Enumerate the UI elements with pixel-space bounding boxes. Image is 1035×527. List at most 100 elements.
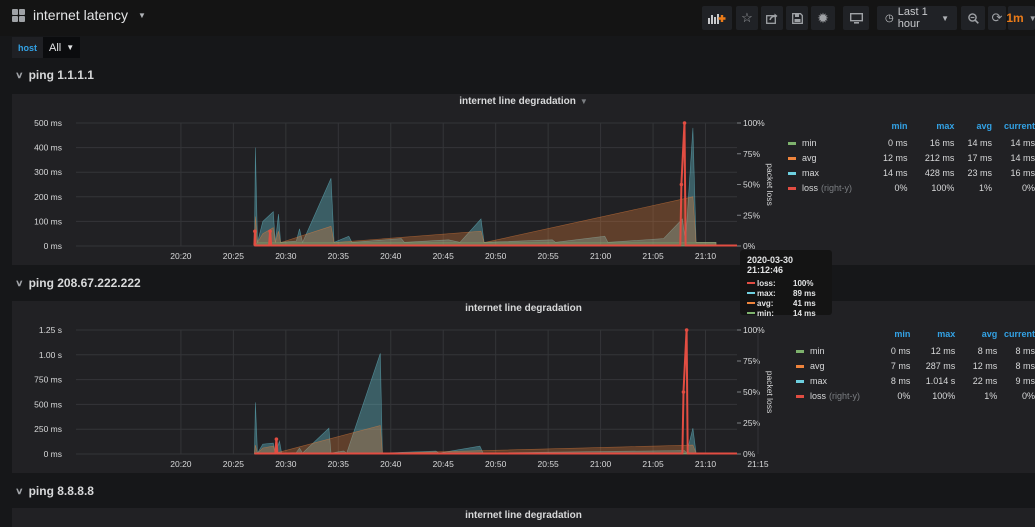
y2-tick-label: 0% [743,449,756,459]
series-swatch [788,156,796,160]
y2-tick-label: 100% [743,325,765,335]
series-swatch [747,302,755,304]
legend-series-name: min [802,137,817,148]
legend-item-avg[interactable]: avg 7 ms 287 ms 12 ms 8 ms [796,358,1035,373]
y-tick-label: 500 ms [34,118,62,128]
legend-sort-max[interactable]: max [910,329,955,343]
x-tick-label: 21:15 [747,459,769,469]
legend-item-max[interactable]: max 8 ms 1.014 s 22 ms 9 ms [796,373,1035,388]
loss-point [253,229,257,234]
row-header-ping-3[interactable]: ∨ ping 8.8.8.8 [15,484,94,498]
legend-series-name: min [810,345,825,356]
x-tick-label: 21:05 [642,459,664,469]
legend-sort-current[interactable]: current [997,329,1035,343]
panel-title[interactable]: internet line degradation [12,510,1035,521]
share-icon [766,13,778,24]
legend-sort-avg[interactable]: avg [955,329,998,343]
row-title: ping 8.8.8.8 [28,484,94,498]
legend-sort-avg[interactable]: avg [954,121,993,135]
series-swatch [796,349,804,353]
legend-value: 14 ms [1010,137,1035,148]
legend-series-suffix: (right-y) [821,182,853,193]
star-button[interactable]: ☆ [736,6,758,30]
tooltip-key: avg: [757,298,774,308]
refresh-interval-picker[interactable]: 1m ▼ [1006,6,1035,30]
series-swatch [796,364,804,368]
variable-label-host: host [12,37,43,58]
tooltip-value: 100% [793,278,814,288]
x-tick-label: 21:10 [695,251,717,261]
x-tick-label: 20:25 [223,251,245,261]
share-button[interactable] [761,6,783,30]
tooltip-key: min: [757,308,774,318]
refresh-icon: ⟳ [991,10,1003,25]
legend-item-avg[interactable]: avg 12 ms 212 ms 17 ms 14 ms [788,150,1035,165]
y2-axis-label: packet loss [765,371,775,414]
legend-item-min[interactable]: min 0 ms 16 ms 14 ms 14 ms [788,135,1035,150]
time-range-picker[interactable]: ◷ Last 1 hour ▼ [877,6,957,30]
y-tick-label: 200 ms [34,192,62,202]
series-swatch [788,186,796,190]
x-tick-label: 21:00 [590,251,612,261]
dashboard-title-button[interactable]: internet latency ▼ [12,7,146,23]
y-tick-label: 300 ms [34,167,62,177]
legend-value: 14 ms [967,137,993,148]
chevron-down-icon: ∨ [15,277,24,288]
row-header-ping-1[interactable]: ∨ ping 1.1.1.1 [15,68,94,82]
gear-icon: ✹ [817,9,829,26]
legend-sort-current[interactable]: current [992,121,1035,135]
loss-point [682,121,687,125]
legend-item-loss[interactable]: loss (right-y) 0% 100% 1% 0% [788,180,1035,195]
legend-item-max[interactable]: max 14 ms 428 ms 23 ms 16 ms [788,165,1035,180]
legend-value: 1% [979,182,993,193]
legend-value: 17 ms [967,152,993,163]
legend-item-min[interactable]: min 0 ms 12 ms 8 ms 8 ms [796,343,1035,358]
add-panel-button[interactable] [702,6,732,30]
zoom-out-button[interactable] [961,6,985,30]
y-tick-label: 750 ms [34,375,62,385]
refresh-button[interactable]: ⟳ [988,6,1006,30]
legend-value: 0% [894,182,908,193]
x-tick-label: 21:00 [590,459,612,469]
x-tick-label: 20:30 [275,459,297,469]
tooltip-timestamp: 2020-03-30 21:12:46 [747,255,794,275]
latency-graph[interactable]: 0 ms100 ms200 ms300 ms400 ms500 ms0%25%5… [12,94,782,265]
y-tick-label: 0 ms [44,241,62,251]
legend-series-name: loss [810,390,827,401]
legend-value: 100% [932,390,956,401]
legend-sort-min[interactable]: min [872,329,910,343]
x-tick-label: 20:35 [328,251,350,261]
tv-mode-button[interactable] [843,6,869,30]
tooltip-row: min: 14 ms [747,308,825,318]
legend-item-loss[interactable]: loss (right-y) 0% 100% 1% 0% [796,388,1035,403]
latency-graph[interactable]: 0 ms250 ms500 ms750 ms1.00 s1.25 s0%25%5… [12,301,782,473]
clock-icon: ◷ [885,12,894,24]
x-tick-label: 20:20 [170,459,192,469]
graph-tooltip: 2020-03-30 21:12:46 loss: 100% max: 89 ms av… [740,250,832,318]
zoom-out-icon [967,12,979,24]
legend-value: 16 ms [929,137,955,148]
caret-down-icon: ▼ [941,13,949,23]
y2-tick-label: 75% [743,149,760,159]
x-tick-label: 20:55 [538,459,560,469]
series-swatch [788,141,796,145]
legend-value: 7 ms [890,360,911,371]
legend-sort-max[interactable]: max [908,121,954,135]
x-tick-label: 20:20 [170,251,192,261]
x-tick-label: 20:50 [485,251,507,261]
legend-value: 12 ms [972,360,998,371]
chevron-down-icon: ∨ [15,69,24,80]
caret-down-icon: ▼ [66,43,75,52]
y-tick-label: 0 ms [44,449,62,459]
row-header-ping-2[interactable]: ∨ ping 208.67.222.222 [15,276,141,290]
add-panel-icon [708,14,726,24]
legend-value: 0 ms [890,345,911,356]
variable-select-host[interactable]: All ▼ [43,37,81,58]
legend-value: 12 ms [930,345,956,356]
save-button[interactable] [786,6,808,30]
series-swatch [747,282,755,284]
settings-button[interactable]: ✹ [811,6,835,30]
legend-value: 12 ms [882,152,908,163]
legend-sort-min[interactable]: min [866,121,907,135]
y-tick-label: 500 ms [34,399,62,409]
